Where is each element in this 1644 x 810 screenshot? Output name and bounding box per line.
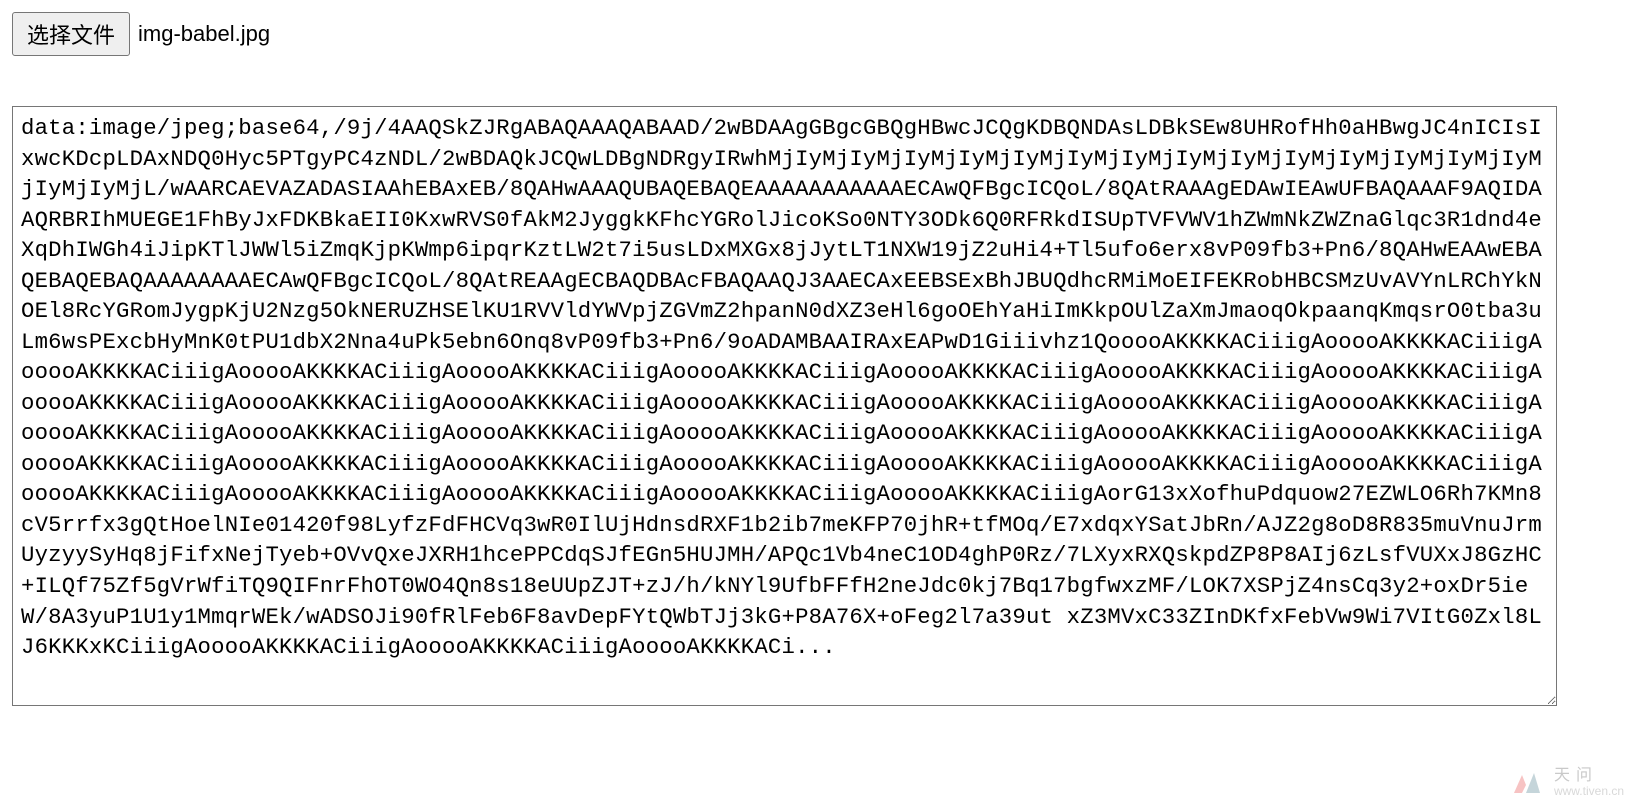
watermark-title: 天问 <box>1554 767 1598 785</box>
watermark-logo-icon <box>1512 771 1542 795</box>
watermark-url: www.tiven.cn <box>1554 785 1624 798</box>
selected-file-name: img-babel.jpg <box>138 21 270 47</box>
watermark: 天问 www.tiven.cn <box>1512 767 1624 798</box>
choose-file-button[interactable]: 选择文件 <box>12 12 130 56</box>
file-input-container: 选择文件 img-babel.jpg <box>12 12 1632 56</box>
watermark-text: 天问 www.tiven.cn <box>1554 767 1624 798</box>
base64-output-textarea[interactable] <box>12 106 1557 706</box>
